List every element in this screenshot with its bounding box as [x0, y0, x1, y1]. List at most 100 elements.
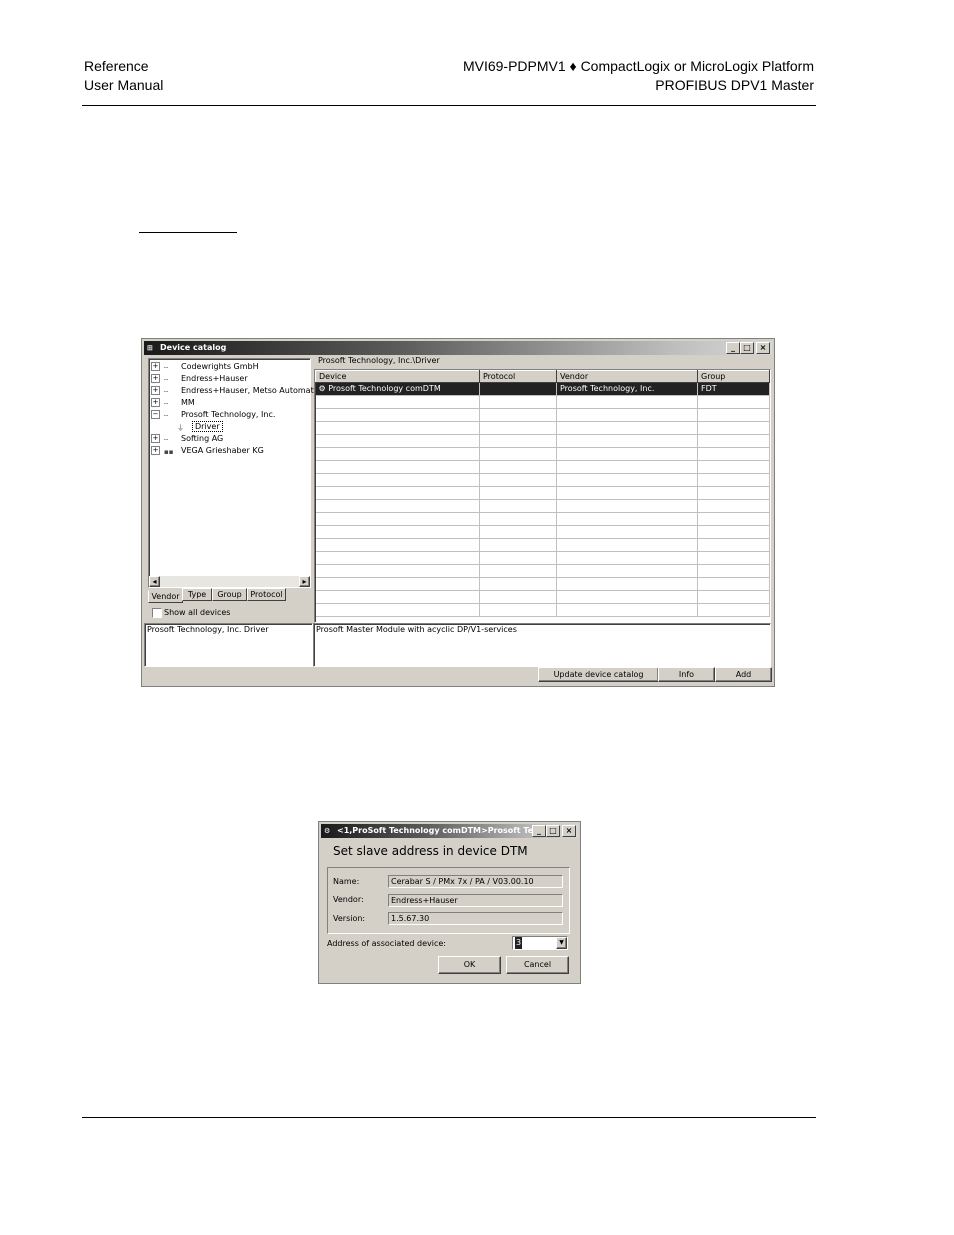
minimize-button[interactable]: _	[532, 825, 546, 837]
close-button[interactable]: ×	[756, 342, 770, 354]
catalog-titlebar: ⊞ Device catalog _ □ ×	[144, 341, 772, 355]
dtm-app-icon: ⚙	[324, 827, 331, 835]
header-product: MVI69-PDPMV1 ♦ CompactLogix or MicroLogi…	[462, 58, 814, 74]
scroll-right-icon[interactable]: ▸	[299, 576, 310, 587]
tab-group[interactable]: Group	[212, 588, 247, 601]
header-reference: Reference	[84, 58, 149, 74]
info-button[interactable]: Info	[658, 667, 715, 682]
empty-row	[315, 499, 770, 513]
version-label: Version:	[333, 914, 366, 923]
info-right-text: Prosoft Master Module with acyclic DP/V1…	[316, 625, 517, 634]
tab-vendor[interactable]: Vendor	[148, 590, 183, 603]
tab-type[interactable]: Type	[182, 588, 212, 601]
column-vendor[interactable]: Vendor	[556, 370, 698, 383]
expand-icon[interactable]: +	[151, 398, 160, 407]
table-row[interactable]: ⚙ Prosoft Technology comDTM Prosoft Tech…	[315, 382, 770, 396]
empty-row	[315, 486, 770, 500]
folder-icon: ┄	[164, 387, 169, 396]
tab-protocol[interactable]: Protocol	[247, 588, 286, 601]
tree-item-codewrights[interactable]: + ┄ Codewrights GmbH	[151, 361, 259, 373]
vendor-field: Endress+Hauser	[388, 894, 563, 907]
expand-icon[interactable]: +	[151, 446, 160, 455]
header-subtitle: PROFIBUS DPV1 Master	[655, 77, 814, 93]
expand-icon[interactable]: +	[151, 386, 160, 395]
chevron-down-icon[interactable]: ▼	[556, 937, 567, 949]
address-select[interactable]: 3 ▼	[512, 936, 568, 950]
version-field: 1.5.67.30	[388, 912, 563, 925]
empty-row	[315, 525, 770, 539]
cancel-button[interactable]: Cancel	[506, 956, 569, 974]
tree-item-softing[interactable]: + ┄ Softing AG	[151, 433, 223, 445]
empty-row	[315, 434, 770, 448]
maximize-button[interactable]: □	[546, 825, 560, 837]
info-left-text: Prosoft Technology, Inc. Driver	[147, 625, 269, 634]
empty-row	[315, 395, 770, 409]
address-value: 3	[515, 937, 523, 949]
empty-row	[315, 421, 770, 435]
header-rule	[82, 105, 816, 106]
empty-row	[315, 447, 770, 461]
dtm-titlebar: ⚙ <1,ProSoft Technology comDTM>Prosoft Te…	[321, 824, 578, 838]
dtm-icon: ⚙	[318, 384, 326, 393]
expand-icon[interactable]: +	[151, 362, 160, 371]
catalog-title: Device catalog	[160, 343, 227, 352]
show-all-checkbox[interactable]	[152, 608, 162, 618]
header-left: Reference User Manual	[84, 57, 163, 95]
column-group[interactable]: Group	[697, 370, 770, 383]
row-group: FDT	[697, 382, 770, 396]
empty-row	[315, 564, 770, 578]
name-field: Cerabar S / PMx 7x / PA / V03.00.10	[388, 875, 563, 888]
catalog-app-icon: ⊞	[147, 344, 153, 352]
underline-stub	[139, 232, 237, 233]
empty-row	[315, 512, 770, 526]
add-button[interactable]: Add	[715, 667, 772, 682]
info-pane-left: Prosoft Technology, Inc. Driver	[144, 623, 313, 667]
dtm-heading: Set slave address in device DTM	[333, 844, 528, 858]
empty-row	[315, 408, 770, 422]
empty-row	[315, 538, 770, 552]
expand-icon[interactable]: +	[151, 434, 160, 443]
expand-icon[interactable]: +	[151, 374, 160, 383]
tree-item-endress-metso[interactable]: + ┄ Endress+Hauser, Metso Automatio	[151, 385, 321, 397]
update-catalog-button[interactable]: Update device catalog	[538, 667, 659, 682]
vendor-label: Vendor:	[333, 895, 364, 904]
device-list[interactable]: Device Protocol Vendor Group ⚙ Prosoft T…	[314, 369, 771, 623]
tree-item-mm[interactable]: + ┄ MM	[151, 397, 195, 409]
empty-row	[315, 551, 770, 565]
folder-icon: ┄	[164, 411, 169, 420]
ok-button[interactable]: OK	[438, 956, 501, 974]
device-table: Device Protocol Vendor Group ⚙ Prosoft T…	[315, 370, 770, 617]
info-pane-right: Prosoft Master Module with acyclic DP/V1…	[313, 623, 771, 667]
header-user-manual: User Manual	[84, 77, 164, 93]
column-protocol[interactable]: Protocol	[479, 370, 557, 383]
dtm-title: <1,ProSoft Technology comDTM>Prosoft Te.…	[337, 826, 543, 835]
vega-icon: ▪▪	[164, 447, 174, 456]
column-device[interactable]: Device	[315, 370, 480, 383]
empty-row	[315, 473, 770, 487]
catalog-path: Prosoft Technology, Inc.\Driver	[318, 356, 440, 365]
scroll-left-icon[interactable]: ◂	[149, 576, 160, 587]
footer-rule	[82, 1117, 816, 1118]
tree-item-driver[interactable]: ⏚ Driver	[177, 421, 223, 433]
folder-icon: ┄	[164, 399, 169, 408]
tree-item-prosoft[interactable]: − ┄ Prosoft Technology, Inc.	[151, 409, 275, 421]
name-label: Name:	[333, 877, 360, 886]
minimize-button[interactable]: _	[726, 342, 740, 354]
header-right: MVI69-PDPMV1 ♦ CompactLogix or MicroLogi…	[463, 57, 814, 95]
maximize-button[interactable]: □	[740, 342, 754, 354]
collapse-icon[interactable]: −	[151, 410, 160, 419]
empty-row	[315, 603, 770, 617]
row-device: Prosoft Technology comDTM	[328, 384, 441, 393]
empty-row	[315, 460, 770, 474]
driver-icon: ⏚	[177, 423, 184, 432]
row-protocol	[479, 382, 557, 396]
tree-hscrollbar[interactable]: ◂ ▸	[149, 576, 310, 587]
folder-icon: ┄	[164, 435, 169, 444]
tree-item-vega[interactable]: + ▪▪ VEGA Grieshaber KG	[151, 445, 264, 457]
folder-icon: ┄	[164, 375, 169, 384]
vendor-tree[interactable]: + ┄ Codewrights GmbH + ┄ Endress+Hauser + ┄ En…	[148, 358, 321, 588]
tree-item-endress-hauser[interactable]: + ┄ Endress+Hauser	[151, 373, 248, 385]
row-vendor: Prosoft Technology, Inc.	[556, 382, 698, 396]
close-button[interactable]: ×	[562, 825, 576, 837]
dtm-dialog: ⚙ <1,ProSoft Technology comDTM>Prosoft Te…	[318, 821, 581, 984]
